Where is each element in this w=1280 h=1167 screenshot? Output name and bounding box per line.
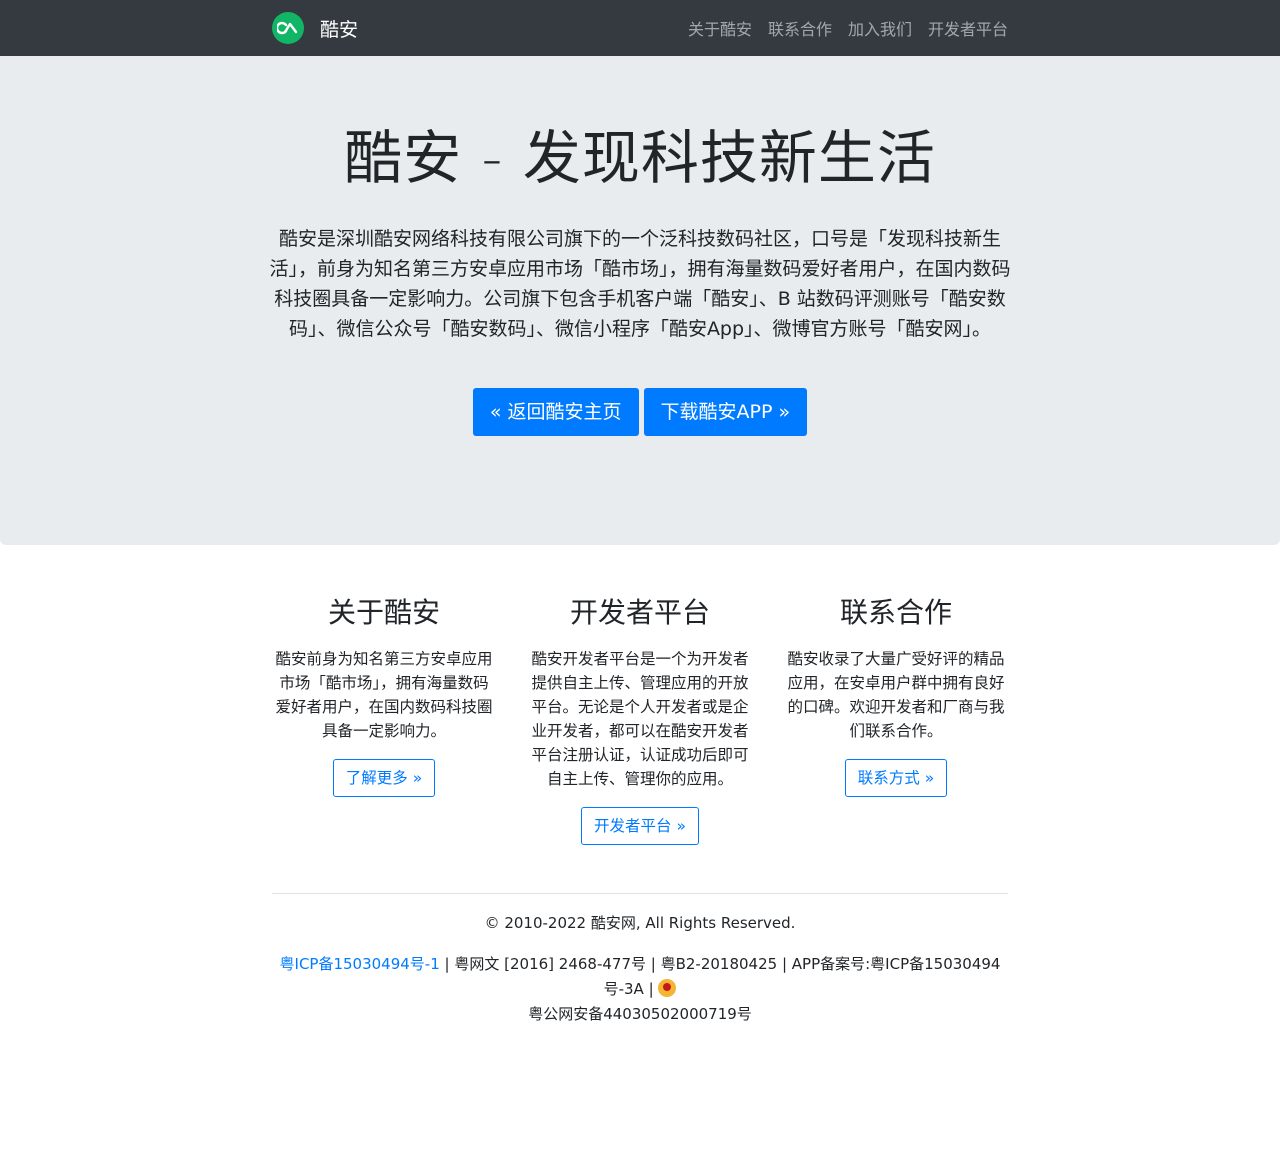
hero-title: 酷安 - 发现科技新生活 <box>344 124 936 192</box>
feature-text: 酷安开发者平台是一个为开发者提供自主上传、管理应用的开放平台。无论是个人开发者或… <box>531 650 749 788</box>
icp-link[interactable]: 粤ICP备15030494号-1 <box>280 955 440 973</box>
navbar: 酷安 关于酷安 联系合作 加入我们 开发者平台 <box>0 0 1280 56</box>
license-numbers: | 粤网文 [2016] 2468-477号 | 粤B2-20180425 | … <box>439 955 1001 998</box>
nav-link-developer[interactable]: 开发者平台 <box>928 16 1008 40</box>
brand-name: 酷安 <box>320 18 359 41</box>
police-record[interactable]: 粤公网安备44030502000719号 <box>528 1005 752 1023</box>
feature-text: 酷安前身为知名第三方安卓应用市场「酷市场」，拥有海量数码爱好者用户，在国内数码科… <box>275 650 493 740</box>
feature-title: 联系合作 <box>839 596 952 629</box>
nav-link-about[interactable]: 关于酷安 <box>688 16 752 40</box>
feature-title: 开发者平台 <box>569 596 710 629</box>
feature-developer: 开发者平台 酷安开发者平台是一个为开发者提供自主上传、管理应用的开放平台。无论是… <box>512 595 768 845</box>
hero-jumbotron: 酷安 - 发现科技新生活 酷安是深圳酷安网络科技有限公司旗下的一个泛科技数码社区… <box>0 56 1280 545</box>
feature-contact: 联系合作 酷安收录了大量广受好评的精品应用，在安卓用户群中拥有良好的口碑。欢迎开… <box>768 595 1024 845</box>
features-row: 关于酷安 酷安前身为知名第三方安卓应用市场「酷市场」，拥有海量数码爱好者用户，在… <box>256 595 1024 845</box>
coolapk-logo-icon <box>272 12 304 44</box>
hero-lead: 酷安是深圳酷安网络科技有限公司旗下的一个泛科技数码社区，口号是「发现科技新生活」… <box>269 228 1011 340</box>
developer-platform-button[interactable]: 开发者平台 » <box>581 807 699 845</box>
nav-links: 关于酷安 联系合作 加入我们 开发者平台 <box>672 16 1008 40</box>
feature-title: 关于酷安 <box>327 596 440 629</box>
footer: © 2010-2022 酷安网, All Rights Reserved. 粤I… <box>272 893 1008 1027</box>
license-line: 粤ICP备15030494号-1 | 粤网文 [2016] 2468-477号 … <box>272 952 1008 1027</box>
hero-buttons: « 返回酷安主页 下载酷安APP » <box>0 388 1280 436</box>
navbar-container: 酷安 关于酷安 联系合作 加入我们 开发者平台 <box>272 0 1008 56</box>
back-home-button[interactable]: « 返回酷安主页 <box>472 388 639 436</box>
copyright-text: © 2010-2022 酷安网, All Rights Reserved. <box>484 914 796 932</box>
contact-info-button[interactable]: 联系方式 » <box>844 759 948 797</box>
feature-text: 酷安收录了大量广受好评的精品应用，在安卓用户群中拥有良好的口碑。欢迎开发者和厂商… <box>787 650 1005 740</box>
nav-link-join[interactable]: 加入我们 <box>848 16 912 40</box>
download-app-button[interactable]: 下载酷安APP » <box>643 388 808 436</box>
learn-more-button[interactable]: 了解更多 » <box>332 759 436 797</box>
nav-link-contact[interactable]: 联系合作 <box>768 16 832 40</box>
brand-link[interactable]: 酷安 <box>272 12 358 44</box>
police-badge-icon <box>658 979 677 997</box>
feature-about: 关于酷安 酷安前身为知名第三方安卓应用市场「酷市场」，拥有海量数码爱好者用户，在… <box>256 595 512 845</box>
